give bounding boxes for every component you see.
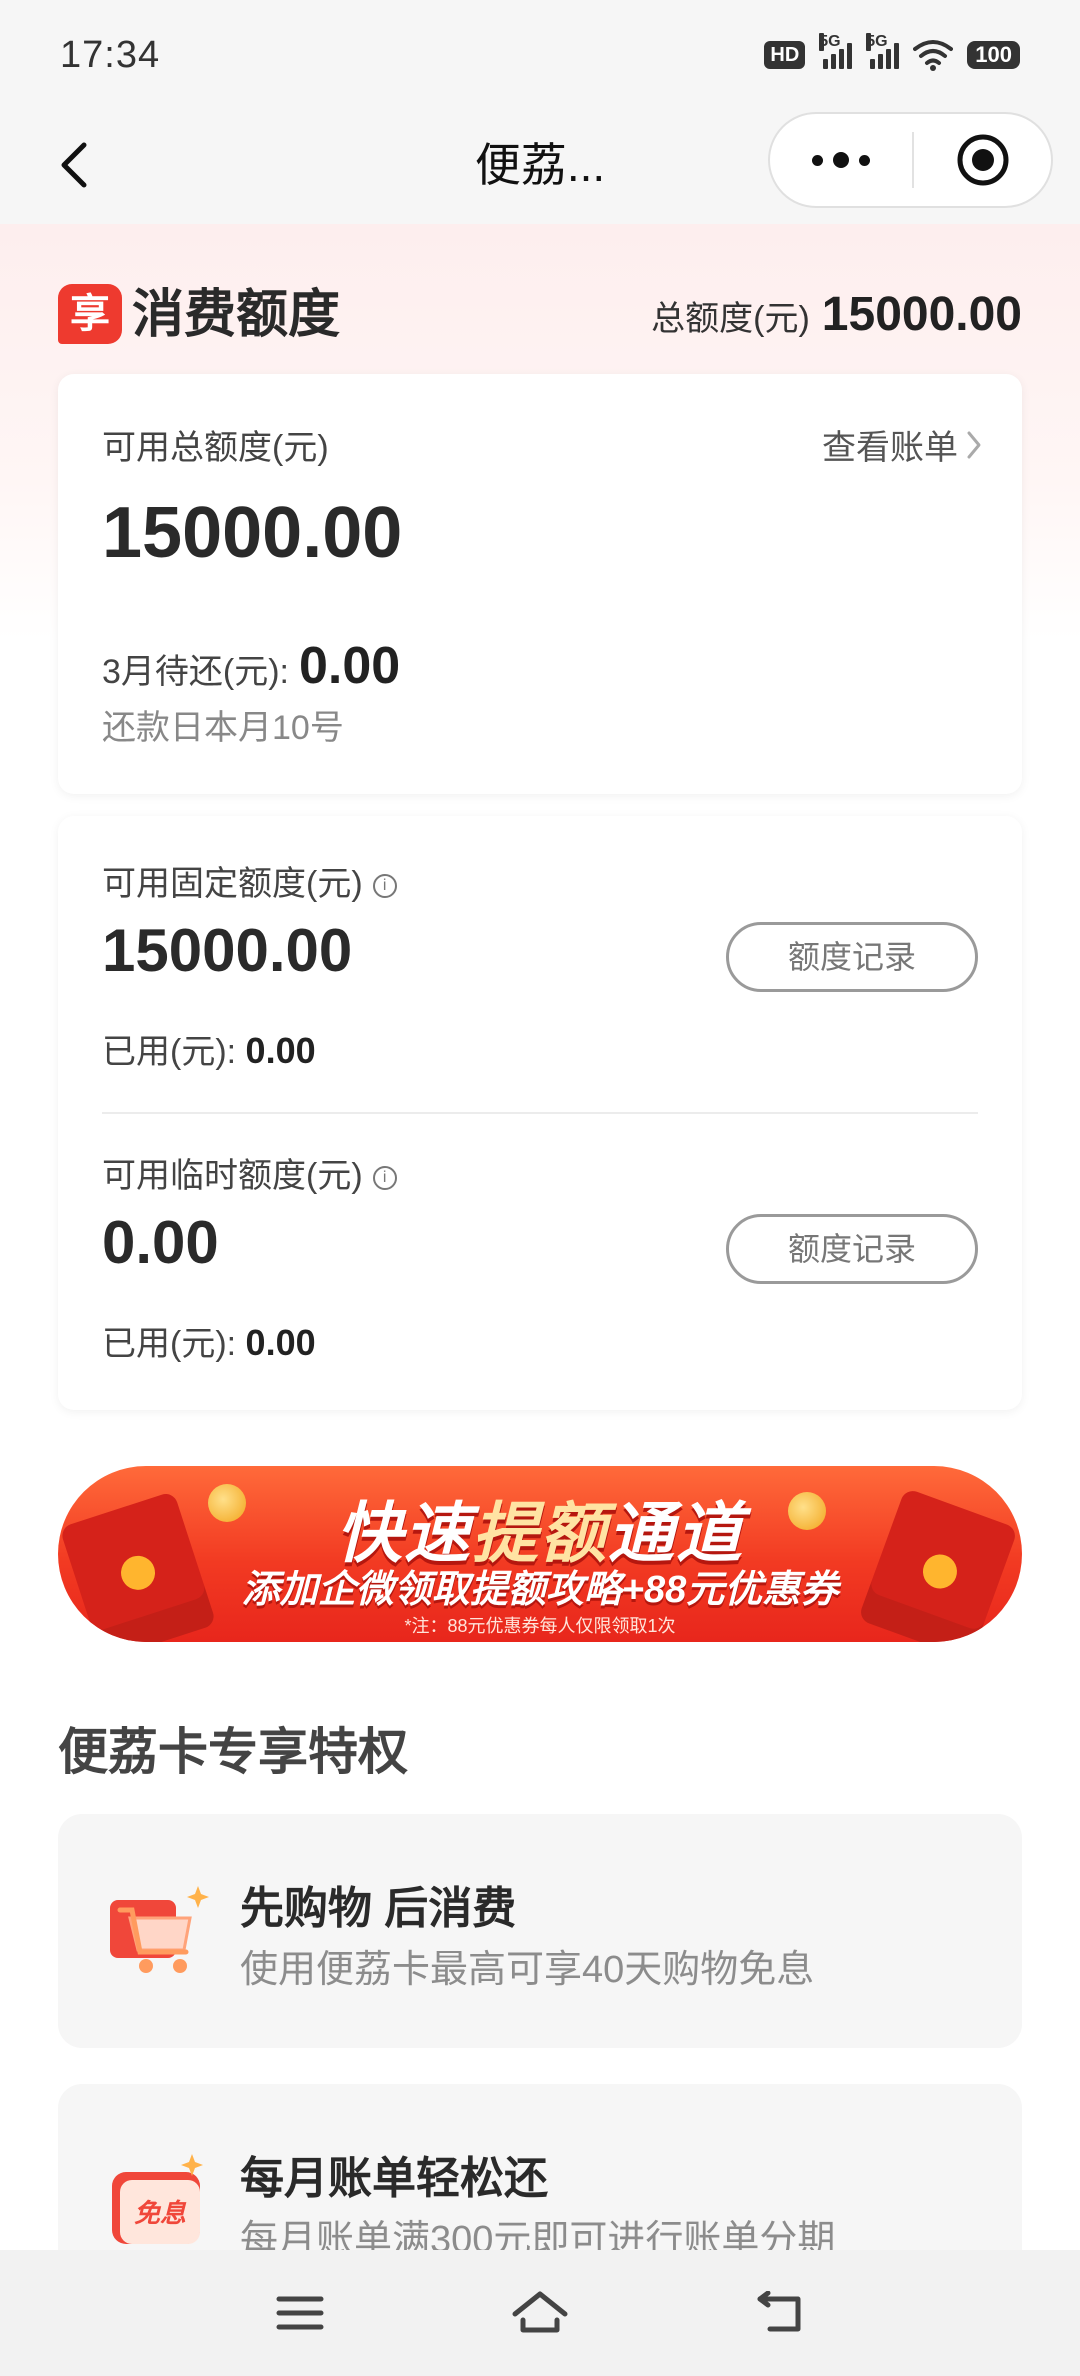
more-button[interactable]: [770, 114, 912, 206]
enjoy-logo-icon: 享: [58, 284, 122, 344]
temp-used-value: 0.00: [245, 1322, 316, 1363]
due-label: 3月待还(元):: [102, 653, 289, 691]
available-total-value: 15000.00: [102, 493, 403, 573]
info-icon[interactable]: i: [372, 874, 397, 899]
signal-label: 5G: [819, 33, 841, 51]
fixed-credit-label: 可用固定额度(元) i: [102, 856, 397, 905]
info-icon[interactable]: i: [372, 1166, 397, 1191]
more-dots-icon: [812, 154, 823, 166]
menu-button[interactable]: [255, 2273, 345, 2353]
fixed-credit-value: 15000.00: [102, 917, 353, 984]
nav-bar: 便荔...: [0, 110, 1080, 224]
fixed-used-label: 已用(元):: [102, 1033, 237, 1071]
shopping-cart-icon: [110, 1886, 209, 1973]
fixed-credit-label-text: 可用固定额度(元): [102, 865, 363, 903]
total-credit-value: 15000.00: [821, 288, 1022, 341]
temp-credit-value: 0.00: [102, 1209, 219, 1276]
status-icons: HD 5G 5G 100: [764, 33, 1020, 71]
banner-subtitle: 添加企微领取提额攻略+88元优惠券: [241, 1569, 839, 1611]
privilege-heading: 每月账单轻松还: [240, 2154, 548, 2203]
available-total-label: 可用总额度(元): [102, 429, 329, 467]
status-bar: 17:34 HD 5G 5G 100: [0, 0, 1080, 110]
fixed-credit-record-button[interactable]: 额度记录: [726, 922, 978, 992]
hd-badge: HD: [764, 41, 806, 69]
interest-free-text: 免息: [134, 2199, 187, 2229]
temp-used-label: 已用(元):: [102, 1325, 237, 1363]
close-mini-program-button[interactable]: [914, 114, 1051, 206]
mini-program-capsule: [768, 112, 1053, 208]
credit-title: 消费额度: [132, 286, 341, 344]
due-row: 3月待还(元): 0.00: [102, 636, 400, 696]
status-time: 17:34: [60, 33, 161, 76]
credit-header: 享 消费额度 总额度(元) 15000.00: [58, 280, 1022, 350]
system-navigation-bar: [0, 2250, 1080, 2376]
signal-icon: 5G: [819, 33, 853, 69]
wifi-icon: [913, 40, 954, 71]
divider: [102, 1112, 978, 1114]
temp-credit-record-button[interactable]: 额度记录: [726, 1214, 978, 1284]
credit-breakdown-card: 可用固定额度(元) i 15000.00 额度记录 已用(元): 0.00 可用临…: [58, 816, 1022, 1410]
temp-used-row: 已用(元): 0.00: [102, 1316, 316, 1365]
available-credit-card: 可用总额度(元) 查看账单 15000.00 3月待还(元): 0.00 还款日…: [58, 374, 1022, 794]
privilege-item[interactable]: 先购物 后消费 使用便荔卡最高可享40天购物免息: [58, 1814, 1022, 2048]
chevron-right-icon: [967, 431, 981, 458]
back-nav-button[interactable]: [735, 2273, 825, 2353]
menu-icon: [276, 2296, 324, 2330]
signal-label: 5G: [866, 33, 888, 51]
interest-free-icon: 免息: [112, 2154, 203, 2244]
quick-raise-banner[interactable]: 快速提额通道 添加企微领取提额攻略+88元优惠券 *注：88元优惠券每人仅限领取…: [58, 1466, 1022, 1642]
battery-indicator: 100: [967, 41, 1020, 69]
view-bill-label: 查看账单: [822, 429, 958, 467]
due-value: 0.00: [299, 637, 401, 695]
repay-date-note: 还款日本月10号: [102, 709, 344, 747]
privilege-desc: 使用便荔卡最高可享40天购物免息: [240, 1949, 815, 1991]
total-credit-label: 总额度(元): [651, 300, 810, 338]
home-button[interactable]: [495, 2273, 585, 2353]
target-icon: [957, 134, 1008, 186]
back-icon: [757, 2291, 801, 2332]
fixed-used-value: 0.00: [245, 1030, 316, 1071]
privileges-title: 便荔卡专享特权: [58, 1724, 408, 1780]
banner-note: *注：88元优惠券每人仅限领取1次: [404, 1616, 676, 1636]
total-credit: 总额度(元) 15000.00: [651, 280, 1022, 350]
home-icon: [512, 2291, 568, 2333]
privilege-heading: 先购物 后消费: [240, 1884, 517, 1933]
signal-icon: 5G: [866, 33, 900, 69]
fixed-used-row: 已用(元): 0.00: [102, 1024, 316, 1073]
temp-credit-label-text: 可用临时额度(元): [102, 1157, 363, 1195]
view-bill-link[interactable]: 查看账单: [822, 420, 982, 469]
temp-credit-label: 可用临时额度(元) i: [102, 1148, 397, 1197]
